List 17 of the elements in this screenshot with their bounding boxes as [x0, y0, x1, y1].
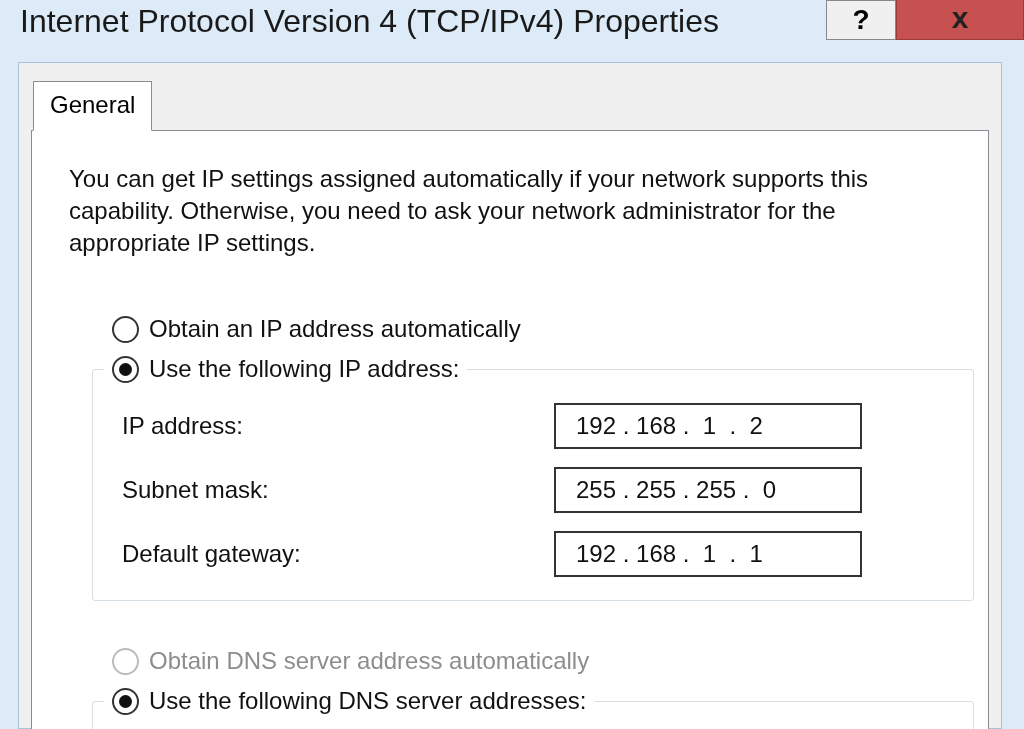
radio-label[interactable]: Use the following DNS server addresses:: [149, 683, 587, 719]
field-label: Subnet mask:: [122, 475, 269, 505]
description-text: You can get IP settings assigned automatically if your network supports this capability. Otherwise, you need to ask your network administrator for the appropriate IP settings.: [69, 164, 870, 258]
field-label: IP address:: [122, 411, 243, 441]
ip-address-field[interactable]: 192 . 168 . 1 . 1: [554, 531, 862, 577]
radio-button[interactable]: [112, 355, 139, 383]
close-button[interactable]: x: [896, 0, 1024, 40]
radio-button[interactable]: [112, 315, 139, 343]
ip-address-field[interactable]: 255 . 255 . 255 . 0: [554, 467, 862, 513]
tab[interactable]: General: [33, 81, 153, 131]
field-label: Default gateway:: [122, 539, 301, 569]
help-button[interactable]: ?: [826, 0, 896, 40]
window-title: Internet Protocol Version 4 (TCP/IPv4) Properties: [20, 2, 719, 41]
ip-address-field[interactable]: 192 . 168 . 1 . 2: [554, 403, 862, 449]
radio-label[interactable]: Use the following IP address:: [149, 351, 460, 387]
radio-button[interactable]: [112, 687, 139, 715]
radio-label[interactable]: Obtain an IP address automatically: [149, 311, 521, 347]
